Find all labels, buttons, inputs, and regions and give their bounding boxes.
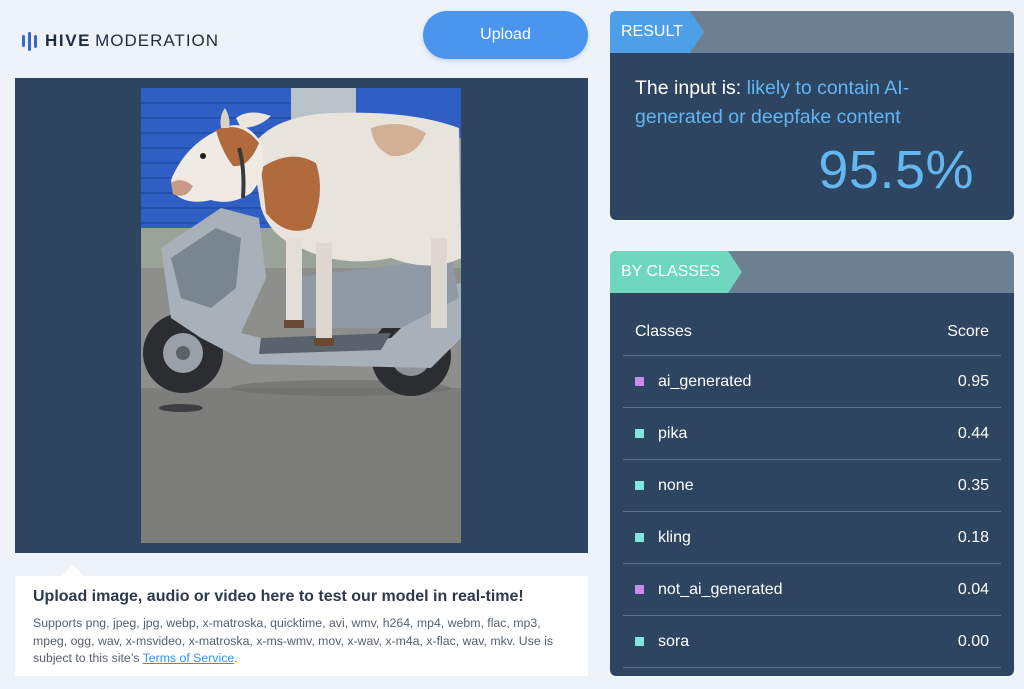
result-card-header: RESULT bbox=[610, 11, 1014, 53]
class-color-swatch bbox=[635, 637, 644, 646]
class-name: kling bbox=[658, 528, 691, 546]
hive-logo[interactable]: HIVE MODERATION bbox=[22, 29, 219, 53]
upload-instructions-title: Upload image, audio or video here to tes… bbox=[33, 588, 524, 605]
class-score: 0.35 bbox=[957, 476, 989, 494]
class-color-swatch bbox=[635, 429, 644, 438]
result-percentage: 95.5% bbox=[818, 140, 974, 200]
logo-text-light: MODERATION bbox=[95, 31, 220, 50]
caption-end: . bbox=[234, 651, 238, 665]
column-header-classes: Classes bbox=[635, 322, 692, 340]
class-name: not_ai_generated bbox=[658, 580, 783, 598]
result-card: RESULT The input is: likely to contain A… bbox=[610, 11, 1014, 220]
result-tag: RESULT bbox=[610, 11, 704, 53]
table-header: Classes Score bbox=[623, 308, 1001, 356]
class-score: 0.04 bbox=[957, 580, 989, 598]
class-name: sora bbox=[658, 632, 690, 650]
logo-text-bold: HIVE bbox=[45, 31, 92, 50]
classes-card-header: BY CLASSES bbox=[610, 251, 1014, 293]
class-name: ai_generated bbox=[658, 372, 752, 390]
column-header-score: Score bbox=[947, 322, 989, 340]
terms-of-service-link[interactable]: Terms of Service bbox=[143, 651, 235, 665]
classes-card: BY CLASSES Classes Score ai_generated 0.… bbox=[610, 251, 1014, 676]
page: HIVE MODERATION Upload Upload image, aud… bbox=[0, 0, 1024, 689]
result-summary: The input is: likely to contain AI-gener… bbox=[635, 74, 985, 132]
hive-logo-icon bbox=[22, 31, 37, 51]
upload-instructions: Upload image, audio or video here to tes… bbox=[15, 565, 588, 676]
class-color-swatch bbox=[635, 585, 644, 594]
class-score: 0.44 bbox=[957, 424, 989, 442]
table-row: none 0.35 bbox=[623, 460, 1001, 512]
supported-formats-text: Supports png, jpeg, jpg, webp, x-matrosk… bbox=[33, 615, 570, 668]
table-row: not_ai_generated 0.04 bbox=[623, 564, 1001, 616]
table-row: sora 0.00 bbox=[623, 616, 1001, 668]
class-color-swatch bbox=[635, 377, 644, 386]
classes-table: Classes Score ai_generated 0.95 pika 0.4… bbox=[623, 308, 1001, 668]
class-name: pika bbox=[658, 424, 688, 442]
table-row: pika 0.44 bbox=[623, 408, 1001, 460]
media-preview-panel[interactable] bbox=[15, 78, 588, 553]
uploaded-image bbox=[141, 88, 461, 543]
upload-button[interactable]: Upload bbox=[423, 11, 588, 59]
result-prefix: The input is: bbox=[635, 77, 747, 99]
classes-tag: BY CLASSES bbox=[610, 251, 742, 293]
class-score: 0.00 bbox=[957, 632, 989, 650]
class-color-swatch bbox=[635, 533, 644, 542]
table-row: ai_generated 0.95 bbox=[623, 356, 1001, 408]
table-row: kling 0.18 bbox=[623, 512, 1001, 564]
class-color-swatch bbox=[635, 481, 644, 490]
class-score: 0.18 bbox=[957, 528, 989, 546]
class-name: none bbox=[658, 476, 694, 494]
supported-formats-list: Supports png, jpeg, jpg, webp, x-matrosk… bbox=[33, 616, 553, 665]
class-score: 0.95 bbox=[957, 372, 989, 390]
